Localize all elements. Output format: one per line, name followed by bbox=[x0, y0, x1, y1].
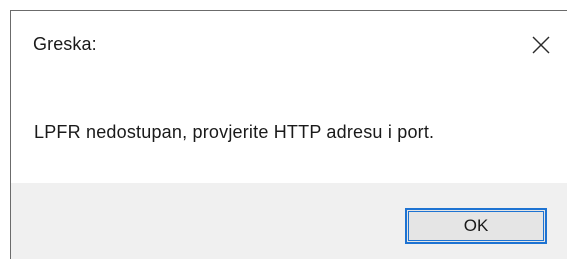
ok-button-label: OK bbox=[463, 216, 489, 235]
ok-button[interactable]: OK bbox=[405, 208, 547, 244]
screen: Greska: LPFR nedostupan, provjerite HTTP… bbox=[0, 0, 567, 259]
error-dialog: Greska: LPFR nedostupan, provjerite HTTP… bbox=[10, 10, 567, 259]
dialog-titlebar: Greska: bbox=[11, 11, 567, 71]
close-button[interactable] bbox=[526, 30, 556, 60]
error-message: LPFR nedostupan, provjerite HTTP adresu … bbox=[34, 122, 435, 142]
dialog-footer: OK bbox=[11, 183, 567, 259]
dialog-body: LPFR nedostupan, provjerite HTTP adresu … bbox=[11, 71, 567, 183]
close-icon bbox=[532, 36, 550, 54]
dialog-title: Greska: bbox=[33, 34, 97, 54]
